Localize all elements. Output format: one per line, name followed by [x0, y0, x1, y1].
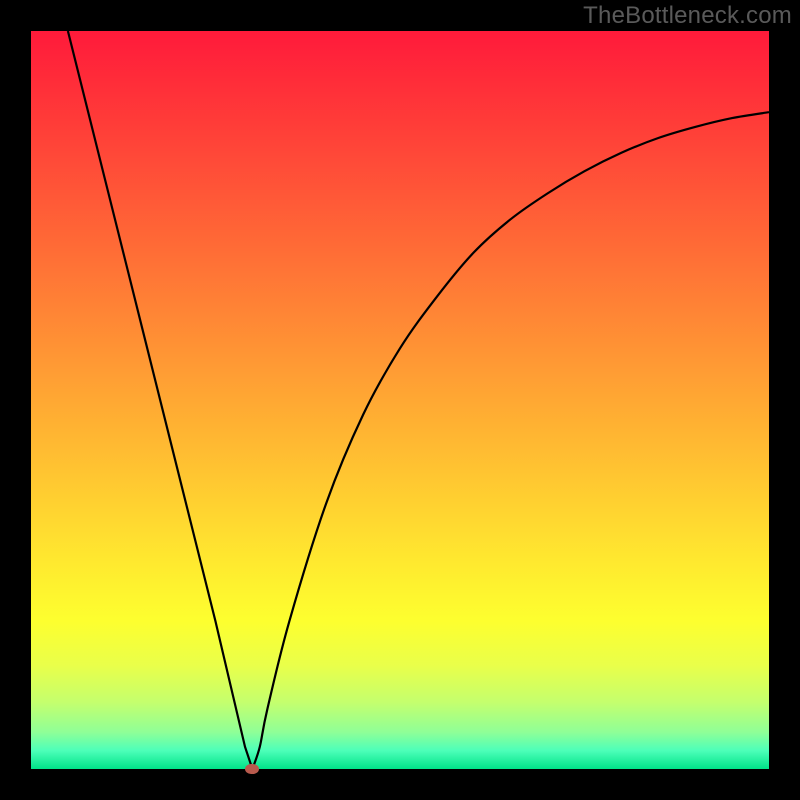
chart-outer-frame: TheBottleneck.com — [0, 0, 800, 800]
curve-layer — [31, 31, 769, 769]
bottleneck-curve — [68, 31, 769, 769]
plot-frame — [31, 31, 769, 769]
optimum-marker-icon — [245, 764, 259, 774]
watermark-text: TheBottleneck.com — [583, 2, 792, 30]
